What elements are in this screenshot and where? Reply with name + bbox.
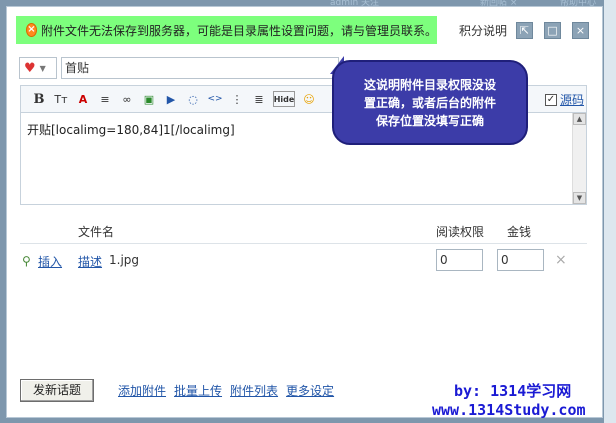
heart-icon: ♥ <box>24 60 36 76</box>
error-message-bar: × 附件文件无法保存到服务器，可能是目录属性设置问题，请与管理员联系。 <box>16 16 437 44</box>
file-name: 1.jpg <box>109 253 140 267</box>
close-icon[interactable]: × <box>572 22 589 39</box>
describe-link[interactable]: 描述 <box>78 253 102 270</box>
watermark-line2: www.1314Study.com <box>432 401 586 419</box>
scroll-down-icon[interactable]: ▼ <box>573 192 586 204</box>
source-checkbox[interactable]: ✓ <box>544 93 557 106</box>
col-filename: 文件名 <box>78 225 115 239</box>
scroll-up-icon[interactable]: ▲ <box>573 113 586 125</box>
files-table-header: 文件名 阅读权限 金钱 <box>20 220 587 244</box>
callout-text: 这说明附件目录权限没设 置正确，或者后台的附件 保存位置没填写正确 <box>363 77 496 128</box>
error-message-text: 附件文件无法保存到服务器，可能是目录属性设置问题，请与管理员联系。 <box>40 23 437 38</box>
attachment-list-link[interactable]: 附件列表 <box>230 382 278 399</box>
popout-icon[interactable]: ⇱ <box>516 22 533 39</box>
hide-icon[interactable]: Hide <box>273 91 295 107</box>
site-watermark: by: 1314学习网 www.1314Study.com <box>432 382 586 420</box>
source-toggle[interactable]: ✓ 源码 <box>544 91 584 108</box>
link-icon[interactable]: ∞ <box>119 91 135 107</box>
read-permission-input[interactable]: 0 <box>436 249 483 271</box>
add-attachment-link[interactable]: 添加附件 <box>118 382 166 399</box>
subject-input[interactable]: 首贴 <box>61 57 339 79</box>
submit-new-topic-button[interactable]: 发新话题 <box>20 379 94 402</box>
unordered-list-icon[interactable]: ≣ <box>251 91 267 107</box>
bold-icon[interactable]: B <box>31 91 47 107</box>
batch-upload-link[interactable]: 批量上传 <box>174 382 222 399</box>
code-icon[interactable]: <> <box>207 91 223 107</box>
col-read-permission: 阅读权限 <box>436 225 485 239</box>
more-settings-link[interactable]: 更多设定 <box>286 382 334 399</box>
watermark-line1: by: 1314学习网 <box>454 382 572 400</box>
ordered-list-icon[interactable]: ⋮ <box>229 91 245 107</box>
subject-row: ♥ ▼ 首贴 <box>19 57 339 79</box>
editor-scrollbar[interactable]: ▲ ▼ <box>572 113 586 204</box>
chevron-down-icon: ▼ <box>39 63 46 73</box>
font-size-icon[interactable]: Tт <box>53 91 69 107</box>
maximize-icon[interactable]: □ <box>544 22 561 39</box>
file-row: ⚲ 插入 描述 1.jpg 0 0 × <box>20 249 587 273</box>
source-label[interactable]: 源码 <box>560 91 584 108</box>
attachment-icon: ⚲ <box>22 254 31 268</box>
media-icon[interactable]: ▶ <box>163 91 179 107</box>
col-money: 金钱 <box>507 225 532 239</box>
emote-select[interactable]: ♥ ▼ <box>19 57 57 79</box>
insert-link[interactable]: 插入 <box>38 253 62 270</box>
annotation-callout: 这说明附件目录权限没设 置正确，或者后台的附件 保存位置没填写正确 <box>332 60 528 145</box>
align-icon[interactable]: ≡ <box>97 91 113 107</box>
remove-file-icon[interactable]: × <box>555 252 567 268</box>
footer-bar: 发新话题 添加附件 批量上传 附件列表 更多设定 <box>20 379 334 402</box>
image-icon[interactable]: ▣ <box>141 91 157 107</box>
quote-icon[interactable]: ◌ <box>185 91 201 107</box>
money-input[interactable]: 0 <box>497 249 544 271</box>
font-color-icon[interactable]: A <box>75 91 91 107</box>
score-explanation-link[interactable]: 积分说明 <box>459 22 507 39</box>
editor-content[interactable]: 开贴[localimg=180,84]1[/localimg] <box>27 121 235 138</box>
page-right-strip <box>604 0 616 423</box>
error-circle-icon: × <box>26 23 37 37</box>
smiley-icon[interactable]: ☺ <box>301 91 317 107</box>
